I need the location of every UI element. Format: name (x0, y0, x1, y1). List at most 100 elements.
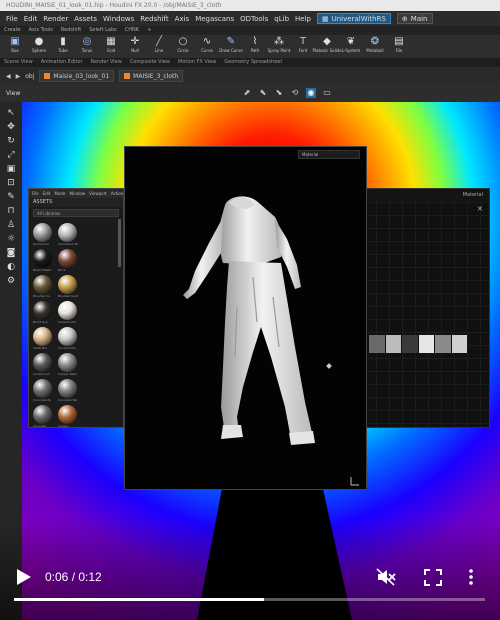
close-icon[interactable]: ✕ (477, 205, 485, 213)
rotate-icon[interactable]: ⟲ (290, 88, 300, 98)
asset-browser-window[interactable]: File Edit Mode Window Viewport Action AS… (28, 188, 124, 428)
material-thumbnail[interactable] (451, 335, 467, 353)
camera-tool-icon[interactable]: ◙ (5, 248, 18, 259)
pose-icon[interactable]: ♙ (5, 220, 18, 231)
scale-tool-icon[interactable]: ⤢ (5, 150, 18, 161)
rotate-tool-icon[interactable]: ↻ (5, 136, 18, 147)
pane-tab-scene-view[interactable]: Scene View (4, 58, 33, 67)
material-swatch[interactable]: Brushed Gold (58, 275, 80, 299)
material-thumbnail[interactable] (402, 335, 418, 353)
select-arrow-icon[interactable]: ⬈ (242, 88, 252, 98)
menu-render[interactable]: Render (43, 15, 68, 23)
material-thumbnail[interactable] (435, 335, 451, 353)
path-chip-look[interactable]: Maisie_03_look_01 (39, 70, 115, 82)
material-swatch[interactable]: Brick (58, 249, 80, 273)
shelf-tool[interactable]: ∿ Curve (196, 35, 218, 58)
shelf-tool[interactable]: ✛ Null (124, 35, 146, 58)
ab-menu-file[interactable]: File (32, 189, 39, 198)
menu-redshift[interactable]: Redshift (140, 15, 168, 23)
magnet-icon[interactable]: ⊓ (5, 206, 18, 217)
shelf-tool[interactable]: ❂ Metaball (364, 35, 386, 58)
progress-bar[interactable] (14, 598, 485, 601)
material-swatch[interactable]: Copper Patin (58, 353, 80, 377)
material-swatch[interactable]: Concrete Ro (33, 379, 55, 403)
render-icon[interactable]: ◐ (5, 262, 18, 273)
shelf-tab-create[interactable]: Create (4, 26, 21, 35)
camera-icon[interactable]: ◉ (306, 88, 316, 98)
menu-assets[interactable]: Assets (74, 15, 97, 23)
display-options-icon[interactable]: ▭ (322, 88, 332, 98)
menu-qlib[interactable]: qLib (274, 15, 289, 23)
material-swatch[interactable]: Concrete (33, 405, 55, 429)
menu-axis[interactable]: Axis (175, 15, 190, 23)
view-label[interactable]: View (6, 90, 20, 97)
shelf-tool[interactable]: ⌇ Path (244, 35, 266, 58)
menu-file[interactable]: File (6, 15, 18, 23)
material-swatch[interactable]: Ceramic Pla (58, 301, 80, 325)
render-view-window[interactable]: Material (124, 146, 367, 490)
more-options-button[interactable] (466, 568, 476, 586)
shelf-tool[interactable]: ▤ File (388, 35, 410, 58)
move-tool-icon[interactable]: ✥ (5, 122, 18, 133)
asset-browser-scrollbar[interactable] (118, 219, 121, 267)
material-swatch[interactable]: Coconut Pla (58, 327, 80, 351)
desktop-main-selector[interactable]: ⊕ Main (396, 13, 433, 24)
path-chip-cloth[interactable]: MAISIE_3_cloth (119, 70, 184, 82)
pane-tab-motion-fx-view[interactable]: Motion FX View (178, 58, 216, 67)
material-swatch[interactable]: Burnt Gra (33, 301, 55, 325)
material-swatch[interactable]: Cooked Art (33, 353, 55, 377)
material-thumbnail[interactable] (385, 335, 401, 353)
shelf-tool[interactable]: ✎ Draw Curve (219, 35, 243, 58)
lock-icon[interactable]: ▣ (5, 164, 18, 175)
material-swatch[interactable]: Aluminium (33, 223, 55, 247)
path-root[interactable]: obj (25, 73, 34, 80)
material-network-window[interactable]: Material ✕ (362, 188, 490, 428)
shelf-tool[interactable]: ▮ Tube (52, 35, 74, 58)
pane-tab-animation-editor[interactable]: Animation Editor (41, 58, 83, 67)
light-icon[interactable]: ☼ (5, 234, 18, 245)
shelf-tool[interactable]: ◎ Torus (76, 35, 98, 58)
pane-tab-composite-view[interactable]: Composite View (130, 58, 170, 67)
ab-menu-mode[interactable]: Mode (54, 189, 65, 198)
shelf-tool[interactable]: ◆ Platonic Solids (313, 35, 342, 58)
menu-megascans[interactable]: Megascans (195, 15, 234, 23)
shelf-tab-add-icon[interactable]: + (147, 26, 151, 35)
shelf-tool[interactable]: ○ Circle (172, 35, 194, 58)
material-thumbnail[interactable] (369, 335, 385, 353)
shelf-tab-redshift[interactable]: Redshift (61, 26, 81, 35)
shelf-tab-axis-tools[interactable]: Axis Tools (29, 26, 53, 35)
library-filter-dropdown[interactable]: All Libraries (33, 209, 119, 217)
material-swatch[interactable]: Cloth Bur (33, 327, 55, 351)
material-swatch[interactable]: Concrete Wa (58, 379, 80, 403)
shelf-tool[interactable]: ▣ Box (4, 35, 26, 58)
handle-icon[interactable]: ⬊ (274, 88, 284, 98)
shelf-tab-chnk[interactable]: CHNK (125, 26, 139, 35)
render-material-dropdown[interactable]: Material (298, 150, 360, 159)
shelf-tool[interactable]: ❦ L-System (340, 35, 362, 58)
select-tool-icon[interactable]: ↖ (5, 108, 18, 119)
forward-arrow-icon[interactable]: ▶ (16, 73, 21, 80)
material-swatch[interactable]: Brushed Cu (33, 275, 55, 299)
shelf-tool[interactable]: ╱ Line (148, 35, 170, 58)
shelf-tool[interactable]: ⁂ Spray Paint (268, 35, 291, 58)
menu-windows[interactable]: Windows (103, 15, 134, 23)
ab-menu-edit[interactable]: Edit (43, 189, 51, 198)
settings-icon[interactable]: ⚙ (5, 276, 18, 287)
play-button[interactable] (12, 566, 34, 588)
back-arrow-icon[interactable]: ◀ (6, 73, 11, 80)
material-swatch[interactable]: Aluminium Br (58, 223, 80, 247)
mute-button[interactable] (376, 568, 396, 586)
desktop-selector[interactable]: ▦ UniveralWithRS (317, 13, 391, 24)
shelf-tool[interactable]: ● Sphere (28, 35, 50, 58)
ab-menu-viewport[interactable]: Viewport (89, 189, 107, 198)
brush-icon[interactable]: ✎ (5, 192, 18, 203)
transform-icon[interactable]: ⬉ (258, 88, 268, 98)
menu-edit[interactable]: Edit (24, 15, 38, 23)
material-swatch[interactable]: Black Plastic (33, 249, 55, 273)
material-swatch[interactable]: Copper (58, 405, 80, 429)
menu-odtools[interactable]: ODTools (240, 15, 268, 23)
shelf-tool[interactable]: T Font (292, 35, 314, 58)
menu-help[interactable]: Help (295, 15, 311, 23)
shelf-tool[interactable]: ▦ Grid (100, 35, 122, 58)
pane-tab-geometry-spreadsheet[interactable]: Geometry Spreadsheet (224, 58, 282, 67)
